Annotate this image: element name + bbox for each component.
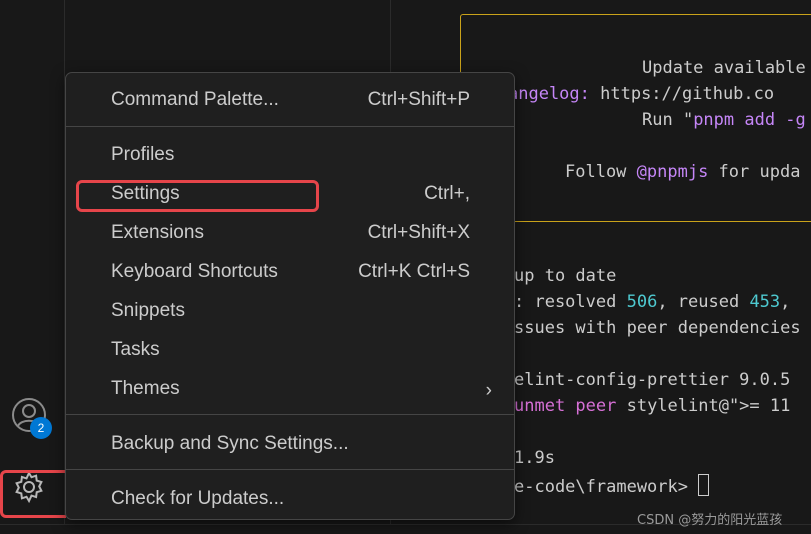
terminal-line: ssues with peer dependencies (514, 318, 801, 338)
menu-item-snippets[interactable]: Snippets (66, 294, 514, 328)
terminal-line: Run "pnpm add -g (642, 110, 806, 130)
terminal-line: 1.9s (514, 448, 555, 468)
menu-item-label: Profiles (111, 144, 175, 165)
menu-item-label: Backup and Sync Settings... (111, 433, 349, 454)
menu-item-label: Extensions (111, 222, 204, 243)
terminal-line: angelog: https://github.co (508, 84, 774, 104)
terminal-text: 506 (626, 292, 658, 312)
menu-item-label: Themes (111, 378, 180, 399)
terminal-text: elint-config-prettier 9.0.5 (514, 370, 791, 390)
menu-item-shortcut: Ctrl+K Ctrl+S (358, 261, 470, 282)
terminal-text: pnpm add -g (693, 110, 806, 130)
menu-item-shortcut: Ctrl+, (424, 183, 470, 204)
terminal-text: @pnpmjs (636, 162, 709, 182)
menu-item-profiles[interactable]: Profiles (66, 138, 514, 172)
terminal-text: 453 (749, 292, 781, 312)
menu-item-tasks[interactable]: Tasks (66, 333, 514, 367)
terminal-text: , (780, 292, 791, 312)
terminal-cursor (698, 474, 710, 496)
terminal-text: e-code\framework> (514, 477, 699, 497)
menu-item-keyboard-shortcuts[interactable]: Keyboard Shortcuts Ctrl+K Ctrl+S (66, 255, 514, 289)
menu-item-shortcut: Ctrl+Shift+P (367, 89, 470, 110)
menu-separator (66, 469, 514, 470)
terminal-line: Follow @pnpmjs for upda (565, 162, 800, 182)
menu-item-shortcut: Ctrl+Shift+X (367, 222, 470, 243)
menu-item-label: Command Palette... (111, 89, 279, 110)
terminal-text: for upda (708, 162, 801, 182)
terminal-line: : resolved 506, reused 453, (514, 292, 790, 312)
terminal-text: angelog: (508, 84, 601, 104)
terminal-text: https://github.co (600, 84, 775, 104)
terminal-text: up to date (514, 266, 617, 286)
watermark: CSDN @努力的阳光蓝孩 (637, 513, 783, 528)
terminal-text: unmet peer (514, 396, 617, 416)
menu-item-label: Check for Updates... (111, 488, 285, 509)
menu-item-themes[interactable]: Themes › (66, 372, 514, 406)
menu-item-backup-sync[interactable]: Backup and Sync Settings... (66, 427, 514, 461)
chevron-right-icon: › (485, 380, 492, 401)
menu-separator (66, 126, 514, 127)
terminal-text: Update available (642, 58, 806, 78)
terminal-text: , reused (657, 292, 750, 312)
terminal-text: ssues with peer dependencies (514, 318, 801, 338)
terminal-text: : resolved (514, 292, 627, 312)
terminal-line: elint-config-prettier 9.0.5 (514, 370, 790, 390)
terminal-text: stylelint@">= 11 (616, 396, 791, 416)
menu-item-label: Keyboard Shortcuts (111, 261, 278, 282)
menu-item-label: Snippets (111, 300, 185, 321)
menu-item-label: Tasks (111, 339, 160, 360)
settings-highlight-box (76, 180, 319, 212)
terminal-text: Run " (642, 110, 694, 130)
activity-bar: 2 (0, 0, 79, 524)
menu-item-extensions[interactable]: Extensions Ctrl+Shift+X (66, 216, 514, 250)
terminal-text: Follow (565, 162, 637, 182)
terminal-line: up to date (514, 266, 616, 286)
menu-item-command-palette[interactable]: Command Palette... Ctrl+Shift+P (66, 83, 514, 117)
account-badge: 2 (30, 417, 52, 439)
menu-separator (66, 414, 514, 415)
menu-item-check-updates[interactable]: Check for Updates... (66, 482, 514, 516)
terminal-line: e-code\framework> (514, 474, 710, 497)
terminal-line: Update available (642, 58, 806, 78)
terminal-text: 1.9s (514, 448, 555, 468)
manage-context-menu: Command Palette... Ctrl+Shift+P Profiles… (65, 72, 515, 520)
terminal-line: unmet peer stylelint@">= 11 (514, 396, 790, 416)
